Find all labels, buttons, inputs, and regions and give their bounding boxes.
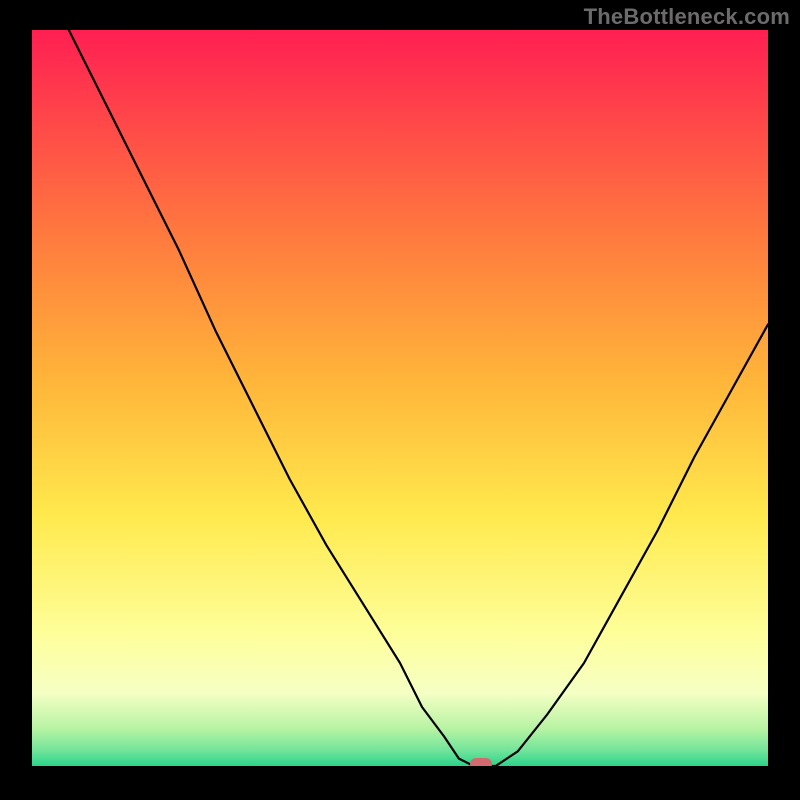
plot-area: [32, 30, 768, 766]
gradient-background: [32, 30, 768, 766]
optimal-marker: [470, 758, 492, 766]
chart-svg: [32, 30, 768, 766]
chart-frame: TheBottleneck.com: [0, 0, 800, 800]
watermark-text: TheBottleneck.com: [584, 4, 790, 30]
